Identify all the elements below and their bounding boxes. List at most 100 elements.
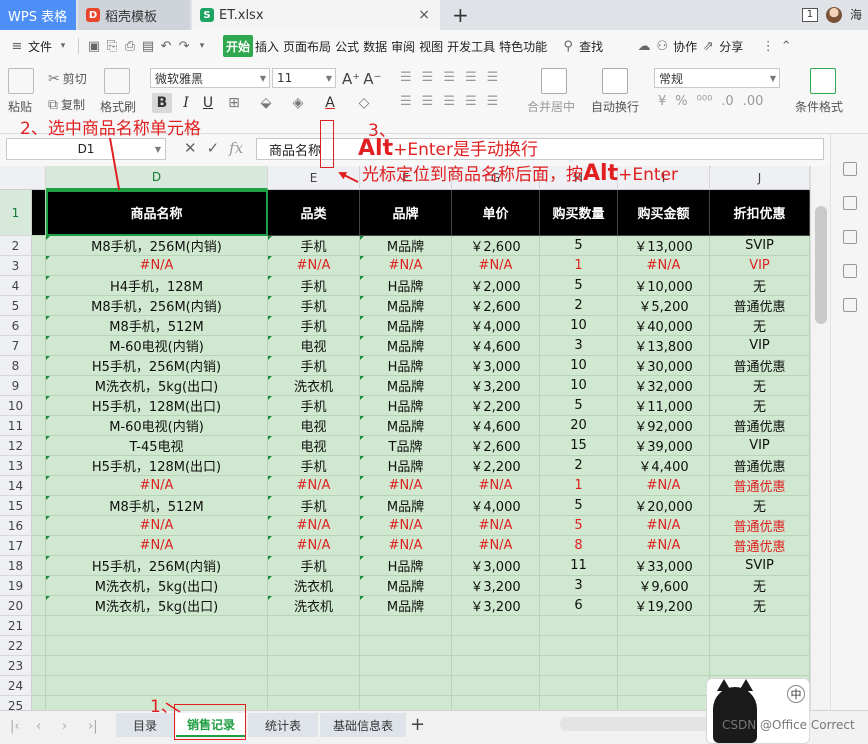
table-cell[interactable]: 15 xyxy=(540,436,618,456)
sheet-tab-basic-info[interactable]: 基础信息表 xyxy=(320,713,406,737)
menu-home[interactable]: 开始 xyxy=(223,35,254,57)
table-cell[interactable]: M8手机，512M xyxy=(46,316,268,336)
table-cell[interactable]: #N/A xyxy=(268,256,360,276)
table-cell[interactable]: #N/A xyxy=(452,536,540,556)
prev-sheet-icon[interactable]: ‹ xyxy=(36,719,41,734)
confirm-icon[interactable]: ✓ xyxy=(207,139,220,157)
table-cell[interactable]: ￥4,000 xyxy=(452,496,540,516)
header-cell[interactable]: 品牌 xyxy=(360,190,452,236)
row-header[interactable]: 6 xyxy=(0,316,32,336)
empty-cell[interactable] xyxy=(268,616,360,636)
decrease-decimal-icon[interactable]: .00 xyxy=(743,94,764,109)
template-tab[interactable]: D 稻壳模板 xyxy=(78,0,190,30)
new-tab-button[interactable]: + xyxy=(452,3,469,27)
table-cell[interactable]: H品牌 xyxy=(360,556,452,576)
table-cell[interactable]: 无 xyxy=(710,596,810,616)
save-icon[interactable]: ▣ xyxy=(85,37,103,55)
first-sheet-icon[interactable]: |‹ xyxy=(10,719,20,734)
table-cell[interactable]: ￥3,200 xyxy=(452,376,540,396)
table-cell[interactable]: ￥4,600 xyxy=(452,416,540,436)
table-cell[interactable]: 20 xyxy=(540,416,618,436)
row-header[interactable]: 15 xyxy=(0,496,32,516)
distributed-icon[interactable]: ☰ xyxy=(487,94,499,109)
vertical-scrollbar[interactable] xyxy=(810,166,830,710)
table-cell[interactable]: ￥2,600 xyxy=(452,296,540,316)
align-right-icon[interactable]: ☰ xyxy=(443,94,455,109)
row-header[interactable]: 12 xyxy=(0,436,32,456)
empty-cell[interactable] xyxy=(540,676,618,696)
collapse-ribbon-icon[interactable]: ⌃ xyxy=(777,37,795,55)
table-cell[interactable]: 普通优惠 xyxy=(710,476,810,496)
row-header[interactable]: 2 xyxy=(0,236,32,256)
wrap-text-icon[interactable] xyxy=(602,68,628,94)
table-cell[interactable]: 无 xyxy=(710,576,810,596)
row-header[interactable]: 9 xyxy=(0,376,32,396)
row-header[interactable]: 24 xyxy=(0,676,32,696)
table-cell[interactable]: 手机 xyxy=(268,496,360,516)
table-cell[interactable]: #N/A xyxy=(618,476,710,496)
percent-icon[interactable]: % xyxy=(675,94,687,109)
search-icon[interactable]: ⚲ xyxy=(559,37,577,55)
add-sheet-button[interactable]: + xyxy=(410,714,425,735)
hand-icon[interactable] xyxy=(843,298,857,312)
table-cell[interactable]: 普通优惠 xyxy=(710,416,810,436)
header-cell[interactable]: 折扣优惠 xyxy=(710,190,810,236)
table-cell[interactable]: #N/A xyxy=(452,256,540,276)
menu-developer[interactable]: 开发工具 xyxy=(445,35,497,57)
customize-toolbar-icon[interactable]: ▾ xyxy=(193,37,211,55)
table-cell[interactable]: #N/A xyxy=(618,516,710,536)
table-cell[interactable]: 8 xyxy=(540,536,618,556)
column-header-d[interactable]: D xyxy=(46,166,268,190)
merge-center-button[interactable]: 合并居中 xyxy=(527,98,575,115)
table-cell[interactable]: ￥4,400 xyxy=(618,456,710,476)
table-cell[interactable]: 普通优惠 xyxy=(710,516,810,536)
table-cell[interactable]: #N/A xyxy=(46,256,268,276)
collab-icon[interactable]: ⚇ xyxy=(653,37,671,55)
share-icon[interactable]: ⇗ xyxy=(699,37,717,55)
table-cell[interactable]: ￥4,600 xyxy=(452,336,540,356)
empty-cell[interactable] xyxy=(540,656,618,676)
row-header[interactable]: 18 xyxy=(0,556,32,576)
wps-home-tab[interactable]: WPS 表格 xyxy=(0,0,76,30)
row-header[interactable]: 14 xyxy=(0,476,32,496)
table-cell[interactable]: ￥2,200 xyxy=(452,396,540,416)
properties-icon[interactable] xyxy=(843,196,857,210)
align-top-icon[interactable]: ☰ xyxy=(400,70,412,85)
print-preview-icon[interactable]: ▤ xyxy=(139,37,157,55)
table-cell[interactable]: #N/A xyxy=(618,256,710,276)
empty-cell[interactable] xyxy=(452,616,540,636)
table-cell[interactable]: ￥32,000 xyxy=(618,376,710,396)
empty-cell[interactable] xyxy=(618,676,710,696)
menu-data[interactable]: 数据 xyxy=(361,35,389,57)
table-cell[interactable]: #N/A xyxy=(268,516,360,536)
table-cell[interactable]: H4手机，128M xyxy=(46,276,268,296)
empty-cell[interactable] xyxy=(710,616,810,636)
table-cell[interactable]: #N/A xyxy=(360,516,452,536)
menu-features[interactable]: 特色功能 xyxy=(497,35,549,57)
align-left-icon[interactable]: ☰ xyxy=(400,94,412,109)
table-cell[interactable]: ￥19,200 xyxy=(618,596,710,616)
conditional-format-icon[interactable] xyxy=(810,68,836,94)
empty-cell[interactable] xyxy=(46,616,268,636)
empty-cell[interactable] xyxy=(360,696,452,710)
table-cell[interactable]: 10 xyxy=(540,356,618,376)
table-cell[interactable]: M8手机，256M(内销) xyxy=(46,236,268,256)
table-cell[interactable]: 手机 xyxy=(268,236,360,256)
select-icon[interactable] xyxy=(843,230,857,244)
clear-format-icon[interactable]: ◇ xyxy=(354,93,374,113)
table-cell[interactable]: 手机 xyxy=(268,276,360,296)
table-cell[interactable]: ￥9,600 xyxy=(618,576,710,596)
table-cell[interactable]: #N/A xyxy=(360,536,452,556)
table-cell[interactable]: 2 xyxy=(540,296,618,316)
table-cell[interactable]: #N/A xyxy=(46,516,268,536)
table-cell[interactable]: ￥2,000 xyxy=(452,276,540,296)
table-cell[interactable]: 电视 xyxy=(268,336,360,356)
row-header[interactable]: 23 xyxy=(0,656,32,676)
table-cell[interactable]: 普通优惠 xyxy=(710,456,810,476)
table-cell[interactable]: VIP xyxy=(710,436,810,456)
table-cell[interactable]: M品牌 xyxy=(360,236,452,256)
formula-input[interactable]: 商品名称 xyxy=(256,138,824,160)
table-cell[interactable]: SVIP xyxy=(710,556,810,576)
table-cell[interactable]: ￥13,000 xyxy=(618,236,710,256)
fill-color-icon[interactable]: ⬙ xyxy=(256,93,276,113)
